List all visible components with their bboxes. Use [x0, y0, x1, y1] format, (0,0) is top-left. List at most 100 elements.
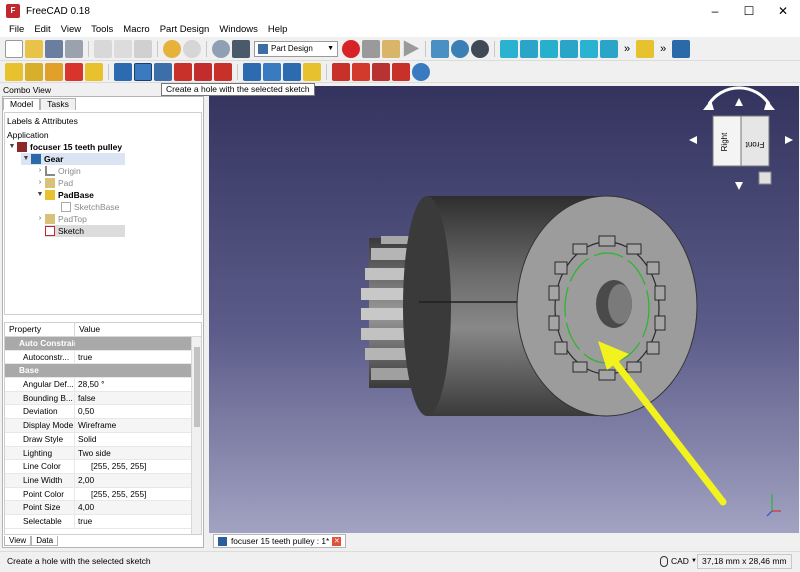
property-group[interactable]: Base [5, 364, 201, 379]
mirrored-icon[interactable] [243, 62, 261, 81]
property-group[interactable]: Auto Constraints [5, 337, 201, 351]
multi-transform-icon[interactable] [303, 62, 321, 81]
save-icon[interactable] [45, 39, 63, 58]
maximize-button[interactable]: ☐ [732, 0, 766, 22]
subtractive-pipe-icon[interactable] [194, 62, 212, 81]
property-row[interactable]: Bounding B... false [5, 391, 201, 406]
linear-pattern-icon[interactable] [263, 62, 281, 81]
open-folder-icon[interactable] [25, 39, 43, 58]
property-row[interactable]: Deviation 0,50 [5, 405, 201, 420]
bottom-view-icon[interactable] [600, 39, 618, 58]
chamfer-icon[interactable] [352, 62, 370, 81]
isometric-view-icon[interactable] [500, 39, 518, 58]
menu-macro[interactable]: Macro [118, 24, 154, 35]
property-scrollbar[interactable] [191, 337, 201, 534]
part-icon[interactable] [636, 39, 655, 58]
collapse-arrow-icon[interactable]: › [35, 165, 45, 177]
property-row[interactable]: Autoconstr... true [5, 350, 201, 365]
collapse-arrow-icon[interactable]: › [35, 177, 45, 189]
tree-item-origin[interactable]: › Origin [35, 165, 81, 177]
menu-tools[interactable]: Tools [86, 24, 118, 35]
pipe-icon[interactable] [65, 62, 83, 81]
property-row[interactable]: Selectable true [5, 514, 201, 529]
property-row[interactable]: Point Color [255, 255, 255] [5, 487, 201, 502]
groove-icon[interactable] [154, 62, 172, 81]
scrollbar-thumb[interactable] [194, 347, 200, 427]
toolbar-overflow-icon[interactable]: » [624, 43, 630, 55]
menu-part-design[interactable]: Part Design [155, 24, 215, 35]
whats-this-icon[interactable] [232, 39, 250, 58]
3d-viewport[interactable]: Right Front [209, 86, 799, 533]
fillet-icon[interactable] [332, 62, 350, 81]
subtractive-primitive-icon[interactable] [214, 62, 232, 81]
property-row[interactable]: Line Width 2,00 [5, 473, 201, 488]
property-row[interactable]: Lighting Two side [5, 446, 201, 461]
menu-help[interactable]: Help [263, 24, 293, 35]
minimize-button[interactable]: – [698, 0, 732, 22]
boolean-icon[interactable] [412, 62, 430, 81]
tab-data[interactable]: Data [31, 536, 59, 546]
fit-all-icon[interactable] [431, 39, 449, 58]
pad-icon[interactable] [5, 62, 23, 81]
refresh-icon[interactable] [212, 39, 230, 58]
tree-item-padbase[interactable]: ▼ PadBase [35, 189, 94, 201]
tree-item-sketch[interactable]: Sketch [45, 225, 125, 237]
redo-icon[interactable] [183, 39, 201, 58]
workbench-selector[interactable]: Part Design ▼ [254, 40, 338, 57]
expand-arrow-icon[interactable]: ▼ [7, 141, 17, 153]
navigation-cube[interactable]: Right Front [689, 86, 793, 190]
body-icon[interactable] [672, 39, 691, 58]
subtractive-loft-icon[interactable] [174, 62, 192, 81]
top-view-icon[interactable] [540, 39, 558, 58]
tab-model[interactable]: Model [3, 98, 41, 110]
front-view-icon[interactable] [520, 39, 538, 58]
revolution-icon[interactable] [25, 62, 43, 81]
close-button[interactable]: ✕ [766, 0, 800, 22]
cut-icon[interactable] [94, 39, 112, 58]
property-row[interactable]: Angular Def... 28,50 ° [5, 378, 201, 392]
menu-edit[interactable]: Edit [29, 24, 55, 35]
collapse-arrow-icon[interactable]: › [35, 213, 45, 225]
additive-primitive-icon[interactable] [85, 62, 103, 81]
undo-icon[interactable] [163, 39, 181, 58]
tree-item-padtop[interactable]: › PadTop [35, 213, 87, 225]
menu-view[interactable]: View [56, 24, 86, 35]
tree-item-pad[interactable]: › Pad [35, 177, 73, 189]
record-macro-icon[interactable] [342, 39, 360, 58]
property-row[interactable]: Line Color [255, 255, 255] [5, 460, 201, 474]
print-icon[interactable] [65, 39, 83, 58]
menu-file[interactable]: File [4, 24, 29, 35]
execute-macro-icon[interactable] [403, 40, 420, 57]
tree-item-document[interactable]: ▼ focuser 15 teeth pulley [7, 141, 122, 153]
stop-macro-icon[interactable] [362, 39, 380, 58]
rear-view-icon[interactable] [580, 39, 598, 58]
paste-icon[interactable] [134, 39, 152, 58]
expand-arrow-icon[interactable]: ▼ [35, 189, 45, 201]
loft-icon[interactable] [45, 62, 63, 81]
thickness-icon[interactable] [392, 62, 410, 81]
copy-icon[interactable] [114, 39, 132, 58]
tab-view[interactable]: View [4, 536, 32, 546]
draft-icon[interactable] [372, 62, 390, 81]
property-row[interactable]: Display Mode Wireframe [5, 419, 201, 433]
navigation-style[interactable]: CAD ▼ [660, 552, 697, 571]
menu-windows[interactable]: Windows [214, 24, 263, 35]
draw-style-icon[interactable] [471, 39, 489, 58]
edit-macro-icon[interactable] [382, 39, 400, 58]
tab-tasks[interactable]: Tasks [40, 98, 76, 110]
view-menu-cube-icon[interactable] [758, 171, 772, 185]
close-tab-icon[interactable]: ✕ [332, 536, 342, 546]
expand-arrow-icon[interactable]: ▼ [21, 153, 31, 165]
hole-icon[interactable] [134, 62, 152, 81]
pocket-icon[interactable] [114, 62, 132, 81]
new-document-icon[interactable] [5, 39, 23, 58]
fit-selection-icon[interactable] [451, 39, 469, 58]
toolbar-overflow-icon[interactable]: » [660, 43, 666, 55]
tree-item-gear[interactable]: ▼ Gear [21, 153, 125, 165]
polar-pattern-icon[interactable] [283, 62, 301, 81]
property-row[interactable]: Draw Style Solid [5, 432, 201, 447]
document-tab[interactable]: focuser 15 teeth pulley : 1* ✕ [213, 534, 347, 548]
property-row[interactable]: Point Size 4,00 [5, 501, 201, 515]
tree-item-sketchbase[interactable]: SketchBase [61, 201, 119, 213]
right-view-icon[interactable] [560, 39, 578, 58]
